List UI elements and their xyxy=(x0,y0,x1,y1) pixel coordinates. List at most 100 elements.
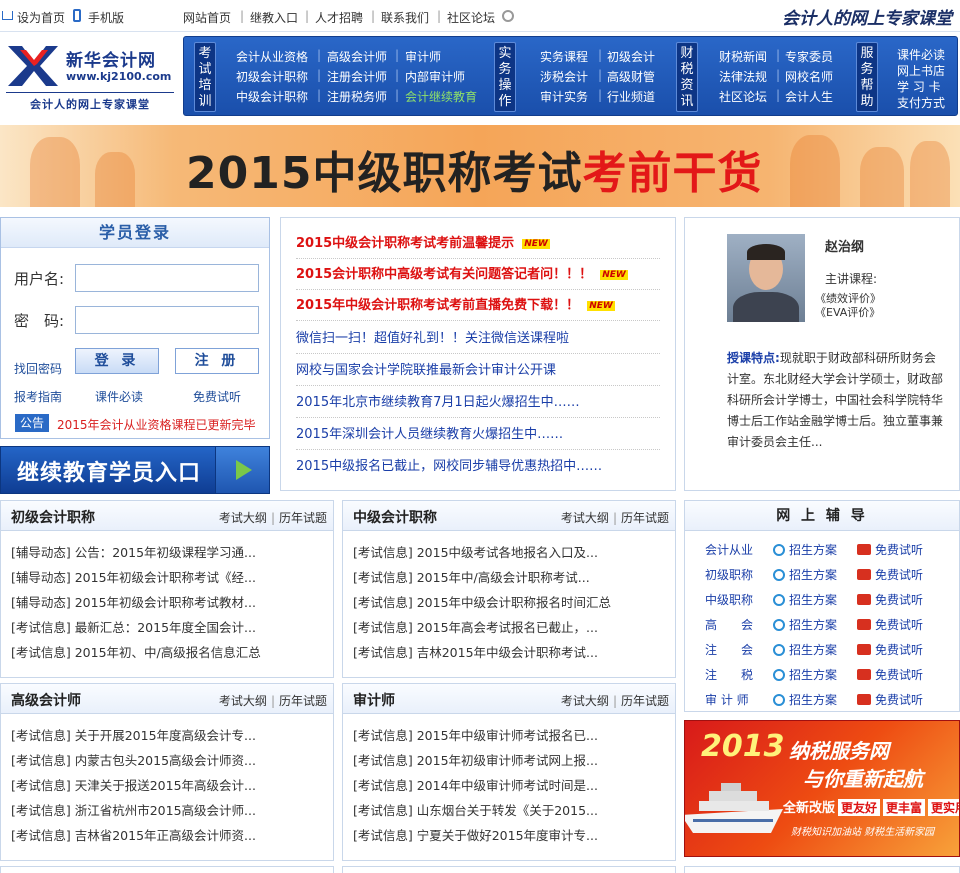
nav-link[interactable]: 财税新闻 xyxy=(719,48,767,65)
plan-link[interactable]: 招生方案 xyxy=(773,616,837,633)
category-link[interactable]: 注 税 xyxy=(705,666,757,683)
nav-link[interactable]: 学 习 卡 xyxy=(897,78,941,95)
list-item[interactable]: [考试信息] 最新汇总：2015年度全国会计... xyxy=(11,617,327,636)
plan-link[interactable]: 招生方案 xyxy=(773,541,837,558)
news-item[interactable]: 2015会计职称中高级考试有关问题答记者问！！！ NEW xyxy=(296,263,660,290)
nav-link[interactable]: 涉税会计 xyxy=(540,68,588,85)
nav-link[interactable]: 实务课程 xyxy=(540,48,588,65)
course-guide-link[interactable]: 课件必读 xyxy=(95,388,143,405)
syllabus-link[interactable]: 考试大纲 xyxy=(561,694,609,708)
free-trial-link[interactable]: 免费试听 xyxy=(857,666,923,683)
forgot-password-link[interactable]: 找回密码 xyxy=(14,360,62,377)
list-item[interactable]: [考试信息] 2015年初、中/高级报名信息汇总 xyxy=(11,642,327,661)
plan-link[interactable]: 招生方案 xyxy=(773,691,837,708)
continuing-edu-link[interactable]: 继教入口 xyxy=(250,9,298,26)
past-exams-link[interactable]: 历年试题 xyxy=(621,511,669,525)
list-item[interactable]: [考试信息] 内蒙古包头2015高级会计师资... xyxy=(11,750,327,769)
plan-link[interactable]: 招生方案 xyxy=(773,566,837,583)
list-item[interactable]: [辅导动态] 公告：2015年初级课程学习通... xyxy=(11,542,327,561)
mobile-link[interactable]: 手机版 xyxy=(88,9,124,26)
list-item[interactable]: [考试信息] 山东烟台关于转发《关于2015... xyxy=(353,800,669,819)
list-item[interactable]: [考试信息] 关于开展2015年度高级会计专... xyxy=(11,725,327,744)
site-logo[interactable]: 新华会计网 www.kj2100.com 会计人的网上专家课堂 xyxy=(0,34,180,116)
nav-link[interactable]: 会计人生 xyxy=(785,88,833,105)
plan-link[interactable]: 招生方案 xyxy=(773,666,837,683)
category-link[interactable]: 审 计 师 xyxy=(705,691,757,708)
nav-link[interactable]: 课件必读 xyxy=(897,46,945,63)
syllabus-link[interactable]: 考试大纲 xyxy=(219,694,267,708)
list-item[interactable]: [考试信息] 2014年中级审计师考试时间是... xyxy=(353,775,669,794)
teacher-photo[interactable] xyxy=(727,234,805,322)
tax-service-ad[interactable]: 2013 纳税服务网 与你重新起航 全新改版更友好更丰富更实用 财税知识加油站 … xyxy=(684,720,960,857)
nav-link[interactable]: 初级会计职称 xyxy=(236,68,308,85)
news-item[interactable]: 2015中级会计职称考试考前温馨提示 NEW xyxy=(296,232,660,259)
category-link[interactable]: 高 会 xyxy=(705,616,757,633)
nav-link[interactable]: 网校名师 xyxy=(785,68,833,85)
nav-link[interactable]: 注册税务师 xyxy=(327,88,387,105)
nav-link[interactable]: 会计从业资格 xyxy=(236,48,308,65)
list-item[interactable]: [考试信息] 2015年中级审计师考试报名已... xyxy=(353,725,669,744)
nav-link[interactable]: 支付方式 xyxy=(897,94,945,111)
list-item[interactable]: [考试信息] 2015年中/高级会计职称考试... xyxy=(353,567,669,586)
promo-banner[interactable]: 2015中级职称考试考前干货 xyxy=(0,125,960,207)
free-trial-link[interactable]: 免费试听 xyxy=(857,541,923,558)
nav-link[interactable]: 高级财管 xyxy=(607,68,655,85)
list-item[interactable]: [考试信息] 宁夏关于做好2015年度审计专... xyxy=(353,825,669,844)
list-item[interactable]: [辅导动态] 2015年初级会计职称考试《经... xyxy=(11,567,327,586)
news-item[interactable]: 网校与国家会计学院联推最新会计审计公开课 xyxy=(296,359,660,386)
past-exams-link[interactable]: 历年试题 xyxy=(279,694,327,708)
free-trial-link[interactable]: 免费试听 xyxy=(857,566,923,583)
login-button[interactable]: 登 录 xyxy=(75,348,159,374)
free-trial-link[interactable]: 免费试听 xyxy=(193,388,241,405)
nav-home-link[interactable]: 网站首页 xyxy=(183,9,231,26)
exam-guide-link[interactable]: 报考指南 xyxy=(14,388,62,405)
nav-link[interactable]: 网上书店 xyxy=(897,62,945,79)
list-item[interactable]: [辅导动态] 2015年初级会计职称考试教材... xyxy=(11,592,327,611)
syllabus-link[interactable]: 考试大纲 xyxy=(561,511,609,525)
nav-link[interactable]: 初级会计 xyxy=(607,48,655,65)
category-link[interactable]: 会计从业 xyxy=(705,541,757,558)
recruit-link[interactable]: 人才招聘 xyxy=(315,9,363,26)
nav-link[interactable]: 专家委员 xyxy=(785,48,833,65)
nav-link-active[interactable]: 会计继续教育 xyxy=(405,88,477,105)
nav-link[interactable]: 注册会计师 xyxy=(327,68,387,85)
past-exams-link[interactable]: 历年试题 xyxy=(621,694,669,708)
free-trial-link[interactable]: 免费试听 xyxy=(857,691,923,708)
plan-link[interactable]: 招生方案 xyxy=(773,641,837,658)
continuing-edu-entry[interactable]: 继续教育学员入口 xyxy=(0,446,270,494)
list-item[interactable]: [考试信息] 天津关于报送2015年高级会计... xyxy=(11,775,327,794)
category-link[interactable]: 初级职称 xyxy=(705,566,757,583)
news-item[interactable]: 微信扫一扫！超值好礼到！！关注微信送课程啦 xyxy=(296,327,660,354)
news-item[interactable]: 2015年中级会计职称考试考前直播免费下载！！ NEW xyxy=(296,294,660,321)
list-item[interactable]: [考试信息] 2015中级考试各地报名入口及... xyxy=(353,542,669,561)
nav-link[interactable]: 内部审计师 xyxy=(405,68,465,85)
set-home-link[interactable]: 设为首页 xyxy=(17,9,65,26)
contact-link[interactable]: 联系我们 xyxy=(381,9,429,26)
free-trial-link[interactable]: 免费试听 xyxy=(857,641,923,658)
past-exams-link[interactable]: 历年试题 xyxy=(279,511,327,525)
nav-link[interactable]: 高级会计师 xyxy=(327,48,387,65)
forum-link[interactable]: 社区论坛 xyxy=(447,9,495,26)
news-item[interactable]: 2015中级报名已截止，网校同步辅导优惠热招中…… xyxy=(296,455,660,481)
free-trial-link[interactable]: 免费试听 xyxy=(857,616,923,633)
nav-link[interactable]: 中级会计职称 xyxy=(236,88,308,105)
category-link[interactable]: 中级职称 xyxy=(705,591,757,608)
nav-link[interactable]: 法律法规 xyxy=(719,68,767,85)
nav-link[interactable]: 审计实务 xyxy=(540,88,588,105)
register-button[interactable]: 注 册 xyxy=(175,348,259,374)
nav-link[interactable]: 社区论坛 xyxy=(719,88,767,105)
list-item[interactable]: [考试信息] 浙江省杭州市2015高级会计师... xyxy=(11,800,327,819)
syllabus-link[interactable]: 考试大纲 xyxy=(219,511,267,525)
plan-link[interactable]: 招生方案 xyxy=(773,591,837,608)
nav-link[interactable]: 行业频道 xyxy=(607,88,655,105)
username-input[interactable] xyxy=(75,264,259,292)
course-link[interactable]: 《EVA评价》 xyxy=(815,304,880,320)
password-input[interactable] xyxy=(75,306,259,334)
list-item[interactable]: [考试信息] 吉林2015年中级会计职称考试... xyxy=(353,642,669,661)
notice-text[interactable]: 2015年会计从业资格课程已更新完毕 xyxy=(57,416,256,433)
free-trial-link[interactable]: 免费试听 xyxy=(857,591,923,608)
list-item[interactable]: [考试信息] 吉林省2015年正高级会计师资... xyxy=(11,825,327,844)
list-item[interactable]: [考试信息] 2015年中级会计职称报名时间汇总 xyxy=(353,592,669,611)
news-item[interactable]: 2015年北京市继续教育7月1日起火爆招生中…… xyxy=(296,391,660,418)
news-item[interactable]: 2015年深圳会计人员继续教育火爆招生中…… xyxy=(296,423,660,450)
